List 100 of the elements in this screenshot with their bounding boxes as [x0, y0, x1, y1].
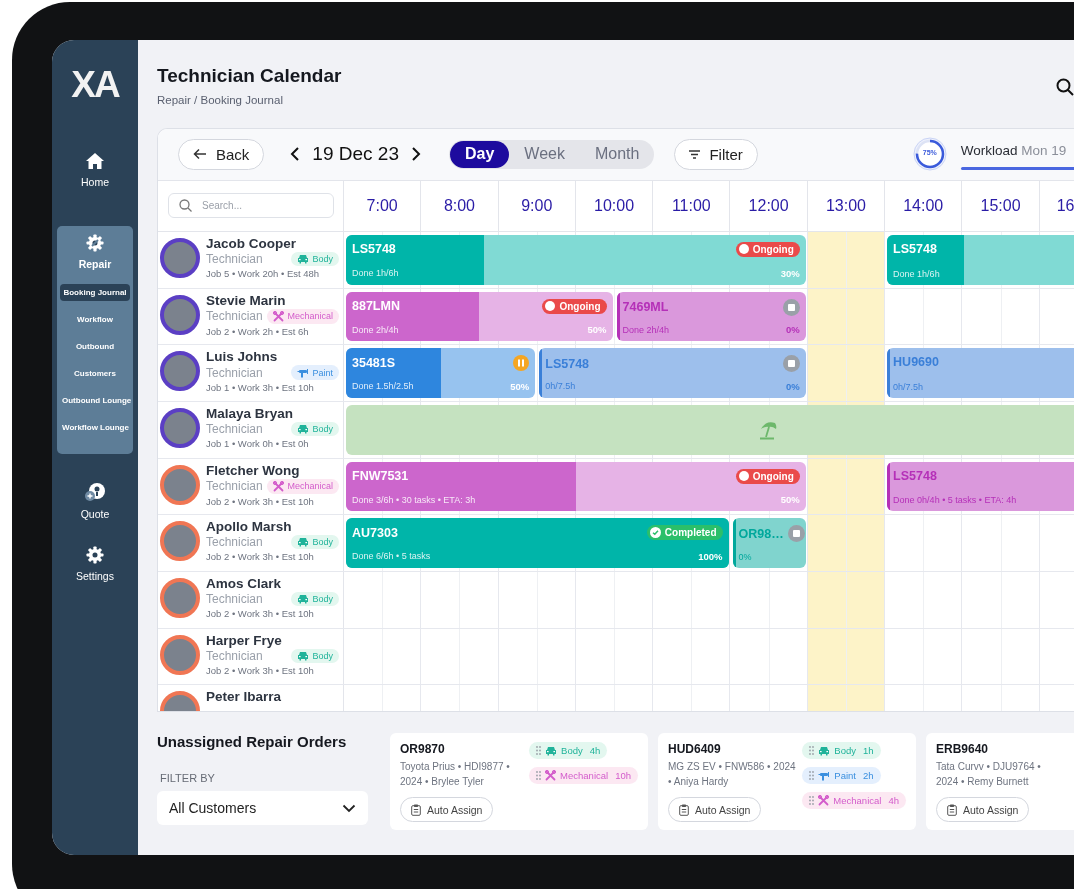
- technician-role: Technician: [206, 421, 263, 436]
- order-card[interactable]: OR9870 Toyota Prius • HDI9877 • 2024 • Brylee Tyler Auto Assign Body 4h Mechanical 10h: [390, 733, 648, 831]
- job-id: OR98…: [738, 526, 784, 541]
- skill-tag[interactable]: Body 4h: [529, 742, 608, 760]
- job-bar[interactable]: 7469ML Done 2h/4h 0%: [616, 291, 806, 342]
- view-tab[interactable]: Day: [450, 140, 510, 168]
- technician-role: Technician: [206, 309, 263, 324]
- skill-tag[interactable]: Body 1h: [802, 742, 881, 760]
- car-icon: [297, 253, 310, 264]
- car-icon: [545, 745, 558, 756]
- technician-role: Technician: [206, 591, 263, 606]
- stop-icon[interactable]: [782, 298, 800, 316]
- technician-stats: Job 2 • Work 3h • Est 10h: [206, 607, 315, 619]
- tools-icon: [273, 310, 285, 322]
- job-bar[interactable]: LS5748 Ongoing Done 1h/6h 30%: [346, 234, 806, 285]
- nav-subitem[interactable]: Booking Journal: [60, 284, 130, 301]
- hour-label: 15:00: [962, 180, 1040, 231]
- section-title: Unassigned Repair Orders: [157, 733, 348, 751]
- nav-subitem[interactable]: Outbound: [60, 338, 130, 355]
- pause-icon[interactable]: [513, 355, 530, 372]
- chevron-down-icon: [342, 803, 356, 813]
- skill-tag[interactable]: Mechanical 10h: [529, 767, 638, 785]
- skill-tag: Body: [291, 421, 339, 436]
- job-id: LS5748: [352, 242, 396, 257]
- order-details: Toyota Prius • HDI9877 • 2024 • Brylee Tyler: [400, 760, 511, 789]
- stop-icon[interactable]: [782, 355, 800, 373]
- filter-button[interactable]: Filter: [674, 138, 758, 170]
- nav-subitem[interactable]: Customers: [60, 365, 130, 382]
- breadcrumb: Repair / Booking Journal: [157, 94, 284, 106]
- job-bar[interactable]: 35481S Done 1.5h/2.5h 50%: [346, 348, 536, 398]
- job-bar[interactable]: LS5748 Done 1h/6h: [887, 234, 1074, 285]
- job-bar[interactable]: LS5748 0h/7.5h 0%: [539, 348, 806, 398]
- skill-tag[interactable]: Mechanical 4h: [802, 792, 906, 810]
- hour-label: 12:00: [730, 180, 808, 231]
- status-badge: Ongoing: [542, 298, 607, 314]
- skill-tag: Mechanical: [267, 478, 339, 494]
- hour-label: 16: [1055, 195, 1074, 216]
- technician-role: Technician: [206, 365, 263, 380]
- clipboard-icon: [679, 803, 689, 816]
- hour-label: 11:00: [653, 180, 731, 231]
- job-id: AU7303: [352, 525, 398, 540]
- back-button[interactable]: Back: [178, 138, 265, 170]
- stop-icon[interactable]: [787, 525, 805, 543]
- job-bar[interactable]: AU7303 Completed Done 6/6h • 5 tasks 100%: [346, 518, 729, 568]
- drag-handle-icon: [536, 771, 542, 781]
- workload-label: Workload Mon 19: [960, 143, 1068, 159]
- nav-item[interactable]: Settings: [57, 540, 133, 588]
- nav-subitem[interactable]: Workflow Lounge: [60, 419, 130, 436]
- job-bar[interactable]: LS5748 Done 0h/4h • 5 tasks • ETA: 4h: [887, 461, 1074, 512]
- job-id: LS5748: [545, 356, 590, 371]
- order-card[interactable]: HUD6409 MG ZS EV • FNW586 • 2024 • Aniya Hardy Auto Assign Body 1h Paint 2h Mechanical 4h: [658, 733, 916, 831]
- job-bar[interactable]: 887LMN Ongoing Done 2h/4h 50%: [346, 291, 613, 342]
- hour-label: 13:00: [807, 180, 886, 231]
- skill-tag: Body: [291, 591, 339, 606]
- technician-name: Luis Johns: [206, 349, 279, 365]
- search-field[interactable]: Search...: [168, 193, 334, 219]
- technician-stats: Job 1 • Work 0h • Est 0h: [206, 437, 310, 449]
- job-bar[interactable]: FNW7531 Ongoing Done 3/6h • 30 tasks • ETA: 3h 50%: [346, 461, 806, 512]
- skill-tag: Mechanical: [267, 308, 339, 324]
- car-icon: [297, 650, 310, 661]
- nav-subitem[interactable]: Workflow: [60, 311, 130, 328]
- home-icon: [85, 152, 105, 170]
- job-detail: Done 3/6h • 30 tasks • ETA: 3h: [352, 494, 476, 505]
- auto-assign-button[interactable]: Auto Assign: [400, 797, 494, 823]
- nav-subitem[interactable]: Outbound Lounge: [60, 392, 130, 409]
- order-card[interactable]: ERB9640 Tata Curvv • DJU9764 • 2024 • Remy Burnett Auto Assign: [926, 733, 1074, 831]
- job-id: 35481S: [352, 356, 396, 371]
- view-tab[interactable]: Month: [579, 140, 655, 168]
- nav-item[interactable]: Repair: [78, 234, 112, 270]
- job-id: HU9690: [893, 355, 939, 370]
- technician-name: Stevie Marin: [206, 292, 287, 308]
- auto-assign-button[interactable]: Auto Assign: [668, 797, 762, 823]
- car-icon: [297, 423, 310, 434]
- order-details: Tata Curvv • DJU9764 • 2024 • Remy Burnett: [936, 760, 1042, 789]
- clipboard-icon: [411, 803, 421, 816]
- job-bar[interactable]: HU9690 0h/7.5h: [887, 348, 1074, 398]
- progress-percent: 0%: [786, 324, 800, 336]
- hour-label: 14:00: [885, 180, 963, 231]
- view-tab[interactable]: Week: [509, 140, 580, 168]
- technician-role: Technician: [206, 479, 263, 494]
- tools-icon: [545, 770, 557, 782]
- auto-assign-button[interactable]: Auto Assign: [936, 797, 1030, 823]
- technician-stats: Job 1 • Work 3h • Est 10h: [206, 382, 315, 394]
- job-id: FNW7531: [352, 469, 409, 484]
- progress-percent: 50%: [587, 324, 607, 336]
- search-icon[interactable]: [1056, 78, 1074, 96]
- job-detail: Done 0h/4h • 5 tasks • ETA: 4h: [893, 495, 1017, 506]
- skill-tag: Body: [291, 251, 339, 266]
- technician-name: Fletcher Wong: [206, 462, 301, 478]
- technician-name: Apollo Marsh: [206, 519, 293, 535]
- tools-icon: [273, 480, 285, 492]
- nav-item[interactable]: Home: [57, 146, 133, 194]
- job-detail: 0%: [738, 551, 752, 562]
- search-icon: [179, 199, 192, 213]
- nav-item[interactable]: Quote: [57, 476, 133, 526]
- customer-dropdown[interactable]: All Customers: [157, 791, 368, 826]
- skill-tag[interactable]: Paint 2h: [802, 767, 881, 785]
- job-detail: Done 2h/4h: [622, 324, 670, 335]
- job-detail: Done 1.5h/2.5h: [352, 381, 414, 392]
- job-id: 887LMN: [352, 299, 400, 314]
